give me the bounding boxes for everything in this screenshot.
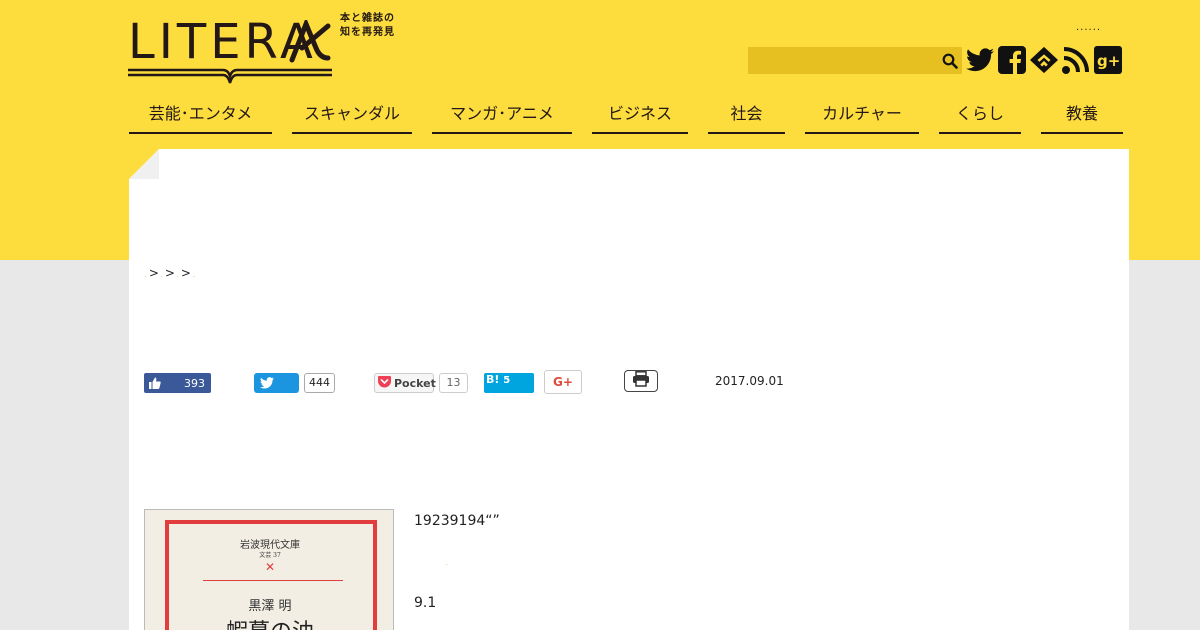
facebook-icon[interactable] <box>998 45 1026 75</box>
nav-item-culture[interactable]: カルチャー <box>805 98 919 134</box>
book-cover-image: 岩波現代文庫 文芸 37 ✕ 黒澤 明 蝦蟇の油 <box>144 509 394 630</box>
article-text-line: 19239194“” <box>414 513 500 529</box>
nav-item-education[interactable]: 教養 <box>1041 98 1123 134</box>
book-logo-icon <box>128 68 332 84</box>
main-nav: 芸能･エンタメ スキャンダル マンガ･アニメ ビジネス 社会 カルチャー くらし… <box>129 98 1123 134</box>
social-links: g+ <box>966 45 1122 75</box>
pocket-label: Pocket <box>394 376 436 390</box>
facebook-like-button[interactable]: 393 <box>144 373 211 393</box>
site-logo[interactable]: LITERA 本と雑誌の 知を再発見 <box>128 12 408 86</box>
breadcrumb-separator: > <box>148 266 159 280</box>
pocket-icon <box>378 375 391 391</box>
nav-item-society[interactable]: 社会 <box>708 98 785 134</box>
twitter-icon[interactable] <box>966 45 994 75</box>
nav-item-entertainment[interactable]: 芸能･エンタメ <box>129 98 272 134</box>
tagline-line-1: 本と雑誌の <box>340 13 395 24</box>
tagline: 本と雑誌の 知を再発見 <box>340 12 395 40</box>
search-form <box>748 47 962 74</box>
card-fold-flap <box>129 149 159 179</box>
book-number: 文芸 37 <box>259 552 281 559</box>
hatena-count: 5 <box>503 375 511 386</box>
breadcrumb-link[interactable]: . <box>177 272 179 279</box>
thumbs-up-icon <box>144 377 166 389</box>
tagline-line-2: 知を再発見 <box>340 27 395 38</box>
header-menu-dots[interactable]: ...... <box>1076 22 1101 33</box>
article-inline-link[interactable]: . <box>446 560 448 567</box>
breadcrumb: . > . > . > . <box>145 266 195 280</box>
hatena-bookmark-button[interactable]: B! 5 <box>484 373 534 393</box>
twitter-bird-icon <box>260 374 274 393</box>
feedly-icon[interactable] <box>1030 45 1058 75</box>
breadcrumb-link[interactable]: . <box>145 272 147 279</box>
book-title: 蝦蟇の油 <box>145 614 393 630</box>
printer-icon <box>632 371 650 391</box>
article-text-line: 9.1 <box>414 595 437 611</box>
nav-item-scandal[interactable]: スキャンダル <box>292 98 412 134</box>
nav-item-business[interactable]: ビジネス <box>592 98 688 134</box>
rss-icon[interactable] <box>1062 45 1090 75</box>
publisher-mark-icon: ✕ <box>264 560 276 574</box>
tweet-button[interactable] <box>254 373 299 393</box>
googleplus-icon[interactable]: g+ <box>1094 45 1122 75</box>
facebook-count: 393 <box>184 376 205 390</box>
search-input[interactable] <box>748 47 934 74</box>
book-author: 黒澤 明 <box>248 599 292 614</box>
svg-text:g+: g+ <box>1097 52 1120 70</box>
hatena-label: B! <box>486 373 500 386</box>
breadcrumb-separator: > <box>180 266 191 280</box>
publish-date: 2017.09.01 <box>715 374 784 388</box>
book-cover-rule <box>203 580 343 581</box>
nav-item-lifestyle[interactable]: くらし <box>939 98 1021 134</box>
search-icon[interactable] <box>942 53 958 69</box>
breadcrumb-separator: > <box>164 266 175 280</box>
book-series: 岩波現代文庫 <box>240 540 300 551</box>
logo-alpha-mark <box>289 20 331 63</box>
pocket-button[interactable]: Pocket <box>374 373 436 393</box>
print-button[interactable] <box>624 370 658 392</box>
googleplus-share-button[interactable]: G+ <box>544 370 582 394</box>
breadcrumb-link[interactable]: . <box>193 272 195 279</box>
nav-item-manga-anime[interactable]: マンガ･アニメ <box>432 98 572 134</box>
tweet-count: 444 <box>304 373 335 393</box>
pocket-count: 13 <box>439 373 468 393</box>
breadcrumb-link[interactable]: . <box>161 272 163 279</box>
